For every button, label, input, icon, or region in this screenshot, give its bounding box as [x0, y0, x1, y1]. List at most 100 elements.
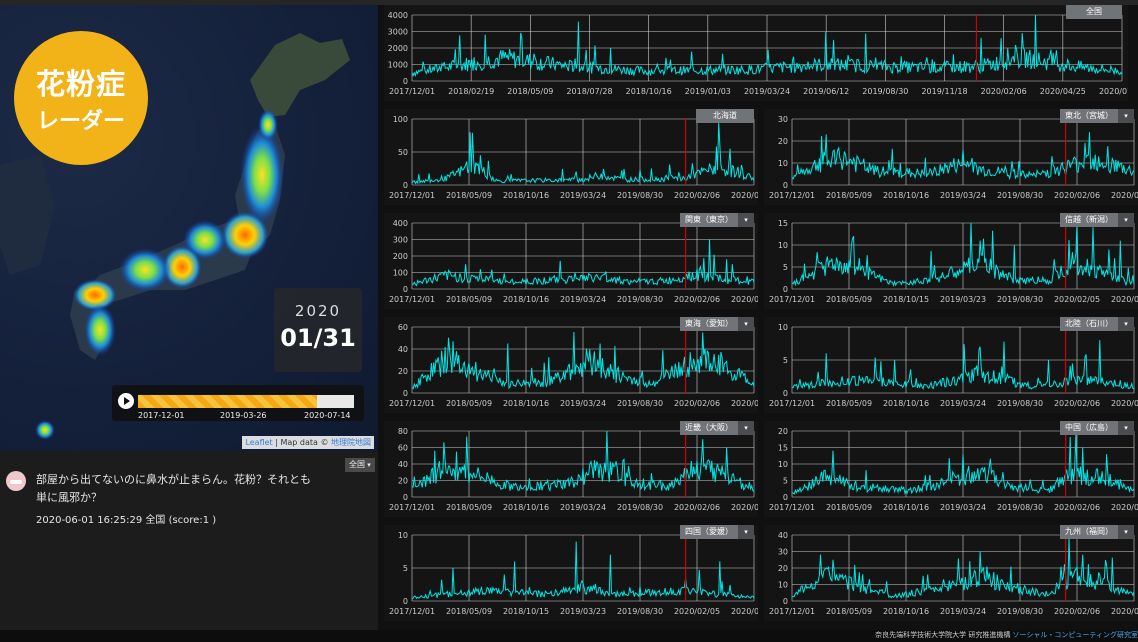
x-tick-label: 2020/02/06	[981, 87, 1027, 96]
chart-svg: 0 20 40 60 80 2017/12/01 2018/05/09 2018/10/16 2…	[389, 427, 758, 512]
chart-svg: 0 10 20 30 40 2017/12/01 2018/05/09 2018/10/16 2…	[769, 531, 1138, 616]
y-tick-label: 0	[403, 493, 408, 502]
x-tick-label: 2017/12/01	[769, 295, 815, 304]
x-tick-label: 2018/10/16	[503, 295, 549, 304]
logo-line-1: 花粉症	[35, 67, 126, 101]
x-tick-label: 2019/03/24	[560, 503, 606, 512]
x-tick-label: 2019/08/30	[617, 191, 663, 200]
region-dropdown-icon[interactable]: ▾	[738, 525, 754, 539]
y-tick-label: 0	[783, 181, 788, 190]
y-tick-label: 300	[393, 236, 408, 245]
region-label: 九州（福岡）	[1060, 525, 1118, 539]
leaflet-link[interactable]: Leaflet	[245, 438, 272, 447]
x-tick-label: 2017/12/01	[769, 607, 815, 616]
x-tick-label: 2017/12/01	[389, 607, 435, 616]
region-dropdown-icon[interactable]: ▾	[738, 317, 754, 331]
x-tick-label: 2018/05/09	[446, 399, 492, 408]
x-tick-label: 2018/10/15	[883, 295, 929, 304]
chart-panel: 0 20 40 60 80 2017/12/01 2018/05/09 2018/10/16 2…	[384, 421, 758, 517]
timeline-mid-label: 2019-03-26	[220, 411, 267, 420]
x-tick-label: 2018/05/09	[826, 399, 872, 408]
chart-panel: 0 5 10 15 2017/12/01 2018/05/09 2018/10/15 2019…	[764, 213, 1138, 309]
y-tick-label: 10	[778, 241, 788, 250]
y-tick-label: 0	[783, 597, 788, 606]
region-label: 四国（愛媛）	[680, 525, 738, 539]
region-dropdown-icon[interactable]: ▾	[1118, 213, 1134, 227]
x-tick-label: 2018/10/16	[883, 503, 929, 512]
y-tick-label: 5	[783, 477, 788, 486]
chart-svg: 0 100 200 300 400 2017/12/01 2018/05/09 2018/10…	[389, 219, 758, 304]
x-tick-label: 2018/05/09	[826, 295, 872, 304]
y-tick-label: 60	[398, 323, 408, 332]
x-tick-label: 2019/08/30	[617, 399, 663, 408]
region-dropdown-icon[interactable]: ▾	[1118, 525, 1134, 539]
x-tick-label: 2019/03/24	[560, 191, 606, 200]
current-year: 2020	[294, 302, 342, 320]
region-dropdown-icon[interactable]: ▾	[738, 213, 754, 227]
chart-panel: 0 50 100 2017/12/01 2018/05/09 2018/10/16 2019…	[384, 109, 758, 205]
y-tick-label: 40	[398, 460, 408, 469]
x-tick-label: 2019/11/18	[921, 87, 967, 96]
x-tick-label: 2018/10/16	[883, 191, 929, 200]
y-tick-label: 10	[778, 323, 788, 332]
x-tick-label: 2018/10/15	[503, 607, 549, 616]
region-dropdown-icon[interactable]: ▾	[1118, 317, 1134, 331]
chart-panel: 0 10 20 30 40 2017/12/01 2018/05/09 2018/10/16 2…	[764, 525, 1138, 621]
timeline-start-label: 2017-12-01	[138, 411, 185, 420]
y-tick-label: 4000	[388, 11, 408, 20]
timeline-control: 2017-12-01 2019-03-26 2020-07-14	[112, 385, 364, 421]
y-tick-label: 20	[398, 367, 408, 376]
y-tick-label: 40	[398, 345, 408, 354]
region-dropdown-icon[interactable]: ▾	[1118, 109, 1134, 123]
y-tick-label: 100	[393, 269, 408, 278]
x-tick-label: 2018/05/09	[446, 191, 492, 200]
x-tick-label: 2019/03/24	[940, 607, 986, 616]
x-tick-label: 2019/03/23	[560, 607, 606, 616]
x-tick-label: 2019/01/03	[685, 87, 731, 96]
x-tick-label: 2020/07/14	[1111, 399, 1138, 408]
footer-lab-link[interactable]: ソーシャル・コンピューティング研究室	[1013, 631, 1138, 639]
chart-panel: 0 5 10 2017/12/01 2018/05/09 2018/10/15 2019/0…	[384, 525, 758, 621]
footer-org: 奈良先端科学技術大学院大学 研究推進機構	[875, 631, 1013, 639]
x-tick-label: 2018/05/09	[826, 607, 872, 616]
x-tick-label: 2019/08/30	[997, 503, 1043, 512]
y-tick-label: 0	[403, 181, 408, 190]
region-dropdown-icon[interactable]: ▾	[1118, 421, 1134, 435]
region-label: 東北（宮城）	[1060, 109, 1118, 123]
footer: 奈良先端科学技術大学院大学 研究推進機構 ソーシャル・コンピューティング研究室	[0, 630, 1138, 642]
logo-line-2: レーダー	[36, 109, 125, 134]
tweet-region-dropdown[interactable]: 全国	[345, 458, 375, 472]
x-tick-label: 2020/02/06	[674, 191, 720, 200]
timeline-slider[interactable]	[138, 395, 354, 408]
tweet-text-line-2: 単に風邪か？	[36, 491, 102, 504]
y-tick-label: 30	[778, 548, 788, 557]
y-tick-label: 20	[778, 564, 788, 573]
x-tick-label: 2020/02/06	[1054, 399, 1100, 408]
chart-panel: 0 1000 2000 3000 4000 2017/12/01 2018/02/19 201…	[384, 5, 1128, 101]
chart-svg: 0 50 100 2017/12/01 2018/05/09 2018/10/16 2019…	[389, 115, 758, 200]
x-tick-label: 2019/03/24	[744, 87, 790, 96]
chart-svg: 0 10 20 30 2017/12/01 2018/05/09 2018/10/16 201…	[769, 115, 1138, 200]
x-tick-label: 2018/05/09	[446, 295, 492, 304]
y-tick-label: 20	[778, 427, 788, 436]
y-tick-label: 40	[778, 531, 788, 540]
region-label: 関東（東京）	[680, 213, 738, 227]
x-tick-label: 2017/12/01	[769, 503, 815, 512]
x-tick-label: 2020/02/06	[1054, 607, 1100, 616]
pollen-heat-map[interactable]: 花粉症 レーダー 2020 01/31 2017-12-01 2019-03-2…	[0, 5, 378, 451]
x-tick-label: 2018/10/16	[503, 503, 549, 512]
y-tick-label: 5	[783, 263, 788, 272]
attribution-text: | Map data ©	[272, 438, 331, 447]
x-tick-label: 2020/02/06	[674, 399, 720, 408]
x-tick-label: 2017/12/01	[389, 295, 435, 304]
x-tick-label: 2018/02/19	[448, 87, 494, 96]
gsi-link[interactable]: 地理院地図	[331, 438, 371, 447]
region-label: 全国	[1066, 5, 1122, 19]
y-tick-label: 400	[393, 219, 408, 228]
play-icon[interactable]	[118, 393, 134, 409]
y-tick-label: 1000	[388, 61, 408, 70]
x-tick-label: 2018/10/16	[503, 399, 549, 408]
x-tick-label: 2017/12/01	[769, 399, 815, 408]
timeline-end-label: 2020-07-14	[304, 411, 351, 420]
region-dropdown-icon[interactable]: ▾	[738, 421, 754, 435]
